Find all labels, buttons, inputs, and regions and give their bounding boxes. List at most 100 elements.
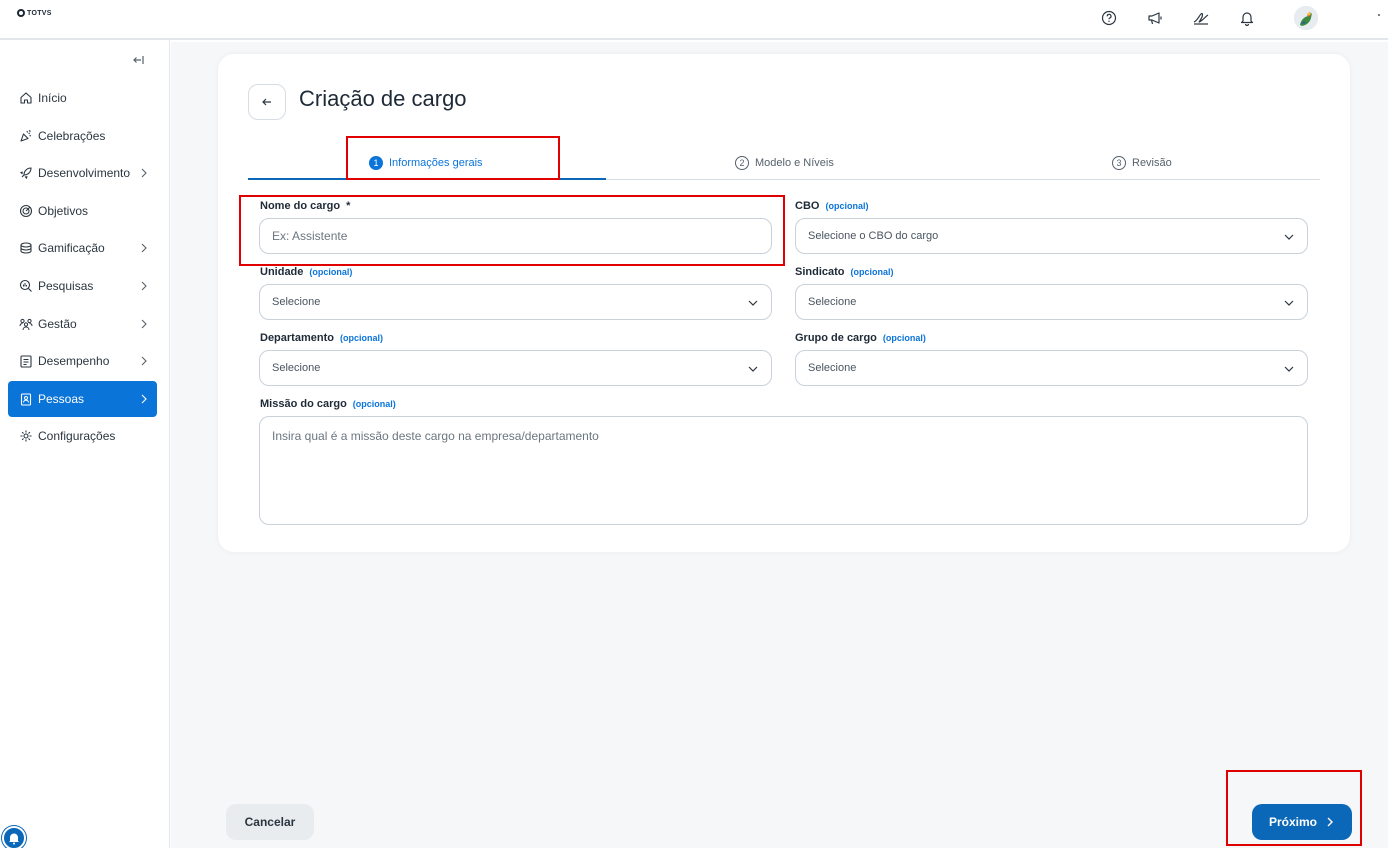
step-number: 2 bbox=[735, 156, 749, 170]
optional-tag: (opcional) bbox=[352, 399, 396, 409]
grupo-cargo-label: Grupo de cargo (opcional) bbox=[795, 332, 926, 344]
cbo-select[interactable]: Selecione o CBO do cargo bbox=[795, 218, 1308, 254]
support-chat-icon[interactable] bbox=[2, 826, 26, 848]
label-text: Nome do cargo bbox=[260, 200, 341, 212]
form-card: Criação de cargo 1 Informações gerais 2 … bbox=[218, 54, 1350, 552]
top-bar: TOTVS bbox=[0, 0, 1388, 40]
select-value: Selecione bbox=[272, 296, 321, 308]
user-avatar[interactable] bbox=[1294, 6, 1318, 30]
sidebar-item-label: Pessoas bbox=[38, 391, 85, 406]
select-value: Selecione o CBO do cargo bbox=[808, 230, 939, 242]
missao-label: Missão do cargo (opcional) bbox=[260, 398, 396, 410]
optional-tag: (opcional) bbox=[882, 333, 926, 343]
chevron-right-icon bbox=[139, 354, 149, 368]
sidebar-item-label: Gamificação bbox=[38, 241, 105, 256]
optional-tag: (opcional) bbox=[825, 201, 869, 211]
required-mark: * bbox=[346, 200, 351, 212]
home-icon bbox=[19, 91, 33, 105]
megaphone-icon[interactable] bbox=[1144, 7, 1166, 29]
sidebar-item-pessoas[interactable]: Pessoas bbox=[8, 380, 157, 417]
label-text: Unidade bbox=[260, 266, 304, 278]
totvs-logo[interactable]: TOTVS bbox=[17, 9, 52, 17]
sindicato-select[interactable]: Selecione bbox=[795, 284, 1308, 320]
sidebar-item-desempenho[interactable]: Desempenho bbox=[8, 343, 157, 379]
page-title: Criação de cargo bbox=[299, 86, 467, 111]
sidebar-item-label: Objetivos bbox=[38, 203, 89, 218]
optional-tag: (opcional) bbox=[309, 267, 353, 277]
next-label: Próximo bbox=[1268, 815, 1317, 829]
label-text: Grupo de cargo bbox=[795, 332, 877, 344]
back-button[interactable] bbox=[248, 84, 286, 120]
chevron-down-icon bbox=[747, 297, 759, 309]
cancel-button[interactable]: Cancelar bbox=[226, 804, 314, 840]
sidebar-item-desenvolvimento[interactable]: Desenvolvimento bbox=[8, 155, 157, 191]
badge-icon bbox=[19, 392, 33, 406]
sidebar-item-gamificacao[interactable]: Gamificação bbox=[8, 230, 157, 266]
target-icon bbox=[19, 204, 33, 218]
sindicato-label: Sindicato (opcional) bbox=[795, 266, 894, 278]
nome-cargo-input[interactable]: Ex: Assistente bbox=[259, 218, 772, 254]
textarea-placeholder: Insira qual é a missão deste cargo na em… bbox=[272, 429, 599, 443]
select-value: Selecione bbox=[272, 362, 321, 374]
step-label: Modelo e Níveis bbox=[755, 157, 834, 169]
optional-tag: (opcional) bbox=[339, 333, 383, 343]
step-number: 3 bbox=[1112, 156, 1126, 170]
next-button[interactable]: Próximo bbox=[1252, 804, 1352, 840]
optional-tag: (opcional) bbox=[850, 267, 894, 277]
active-step-indicator bbox=[248, 178, 606, 180]
top-dot bbox=[1378, 14, 1380, 16]
collapse-sidebar-icon[interactable] bbox=[131, 52, 147, 68]
chevron-down-icon bbox=[1283, 363, 1295, 375]
help-icon[interactable] bbox=[1098, 7, 1120, 29]
grupo-cargo-select[interactable]: Selecione bbox=[795, 350, 1308, 386]
sidebar-item-label: Desempenho bbox=[38, 354, 110, 369]
select-value: Selecione bbox=[808, 362, 857, 374]
stepper: 1 Informações gerais 2 Modelo e Níveis 3… bbox=[248, 146, 1320, 180]
step-modelo-niveis[interactable]: 2 Modelo e Níveis bbox=[735, 146, 834, 180]
logo-mark-icon bbox=[17, 9, 25, 17]
sidebar-item-objetivos[interactable]: Objetivos bbox=[8, 193, 157, 229]
sidebar: Início Celebrações Desenvolvimento Objet… bbox=[0, 40, 170, 848]
label-text: Departamento bbox=[260, 332, 334, 344]
sidebar-item-inicio[interactable]: Início bbox=[8, 80, 157, 116]
logo-text: TOTVS bbox=[27, 9, 52, 17]
clipboard-icon bbox=[19, 354, 33, 368]
sidebar-item-label: Desenvolvimento bbox=[38, 166, 131, 181]
chevron-right-icon bbox=[139, 279, 149, 293]
signature-icon[interactable] bbox=[1190, 7, 1212, 29]
label-text: Sindicato bbox=[795, 266, 845, 278]
chevron-down-icon bbox=[747, 363, 759, 375]
gear-icon bbox=[19, 429, 33, 443]
chevron-right-icon bbox=[139, 392, 149, 406]
sidebar-item-pesquisas[interactable]: Pesquisas bbox=[8, 268, 157, 304]
sidebar-item-gestao[interactable]: Gestão bbox=[8, 306, 157, 342]
coins-icon bbox=[19, 241, 33, 255]
main-content: Criação de cargo 1 Informações gerais 2 … bbox=[171, 42, 1388, 848]
sidebar-item-label: Início bbox=[38, 91, 67, 105]
step-informacoes-gerais[interactable]: 1 Informações gerais bbox=[369, 146, 483, 180]
step-label: Informações gerais bbox=[389, 157, 483, 169]
chevron-right-icon bbox=[1327, 817, 1333, 827]
label-text: CBO bbox=[795, 200, 820, 212]
sidebar-item-configuracoes[interactable]: Configurações bbox=[8, 418, 157, 454]
unidade-label: Unidade (opcional) bbox=[260, 266, 352, 278]
step-revisao[interactable]: 3 Revisão bbox=[1112, 146, 1172, 180]
nome-cargo-label: Nome do cargo * bbox=[260, 200, 350, 212]
bell-icon[interactable] bbox=[1236, 7, 1258, 29]
departamento-label: Departamento (opcional) bbox=[260, 332, 383, 344]
chevron-right-icon bbox=[139, 241, 149, 255]
departamento-select[interactable]: Selecione bbox=[259, 350, 772, 386]
select-value: Selecione bbox=[808, 296, 857, 308]
unidade-select[interactable]: Selecione bbox=[259, 284, 772, 320]
chevron-down-icon bbox=[1283, 297, 1295, 309]
people-icon bbox=[19, 317, 33, 331]
sidebar-item-label: Gestão bbox=[38, 316, 77, 331]
label-text: Missão do cargo bbox=[260, 398, 347, 410]
sidebar-item-label: Configurações bbox=[38, 429, 116, 444]
chevron-right-icon bbox=[139, 166, 149, 180]
sidebar-item-celebracoes[interactable]: Celebrações bbox=[8, 118, 157, 154]
missao-textarea[interactable]: Insira qual é a missão deste cargo na em… bbox=[259, 416, 1308, 525]
chevron-down-icon bbox=[1283, 231, 1295, 243]
sidebar-item-label: Pesquisas bbox=[38, 278, 94, 293]
chevron-right-icon bbox=[139, 317, 149, 331]
